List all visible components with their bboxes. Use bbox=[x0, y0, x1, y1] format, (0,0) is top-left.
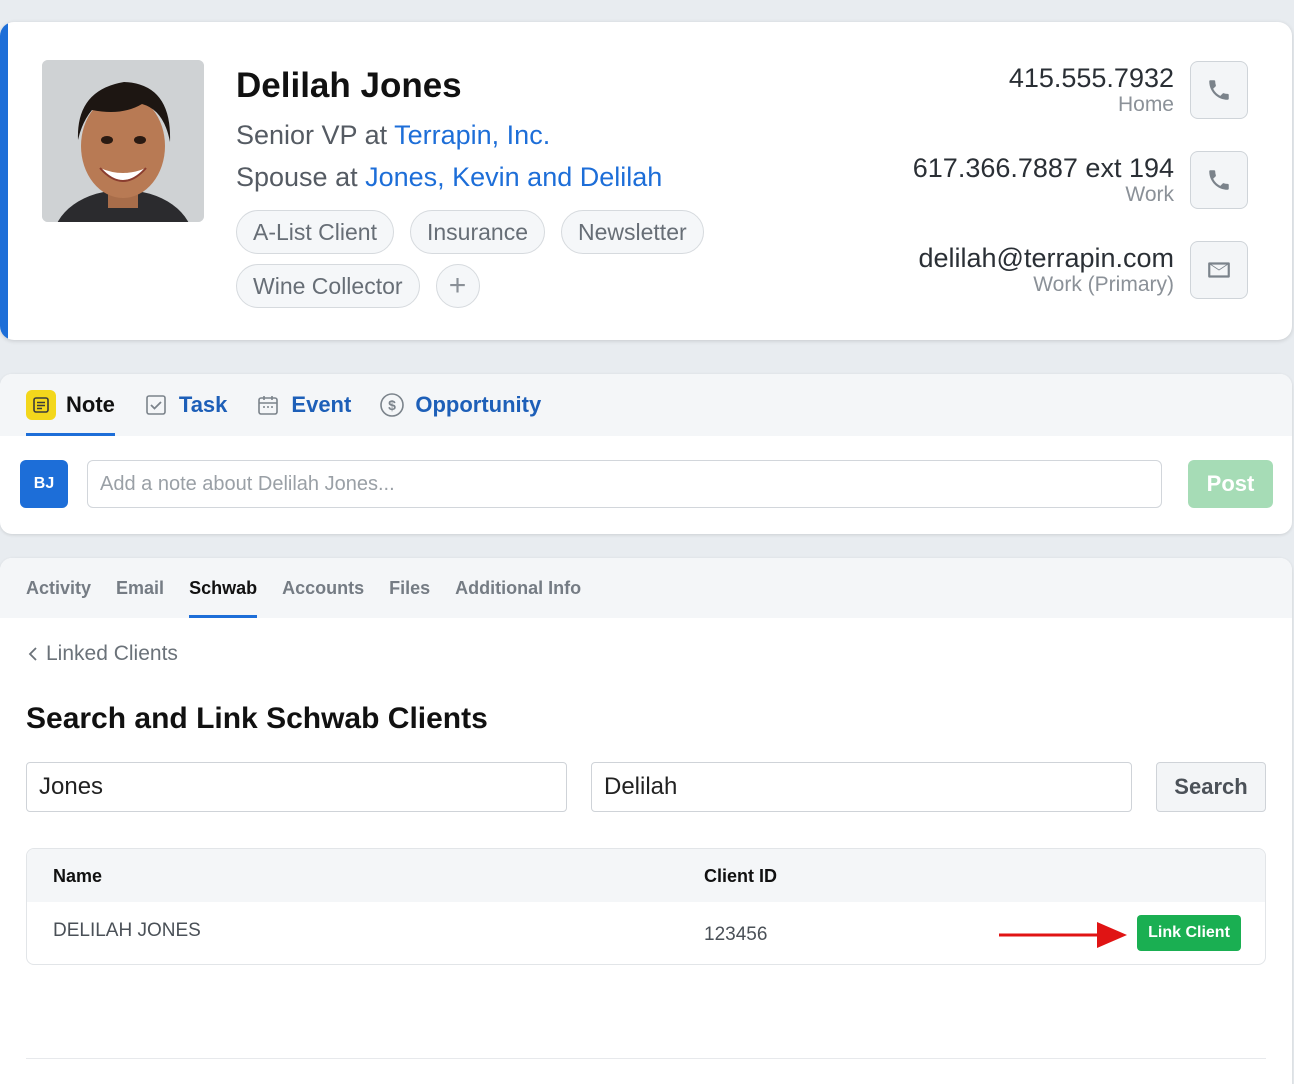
tab-label: Event bbox=[291, 392, 352, 417]
client-name-cell: DELILAH JONES bbox=[53, 920, 201, 941]
activity-composer: Note Task Event $ Opportunity BJ Post bbox=[0, 374, 1292, 534]
tab-files[interactable]: Files bbox=[389, 558, 430, 618]
phone-icon bbox=[1209, 170, 1229, 190]
composer-tabs: Note Task Event $ Opportunity bbox=[0, 374, 1292, 436]
phone-work-number[interactable]: 617.366.7887 ext 194 bbox=[913, 153, 1174, 183]
call-work-button[interactable] bbox=[1190, 151, 1248, 209]
tag-chip[interactable]: Insurance bbox=[409, 210, 545, 254]
add-tag-button[interactable]: + bbox=[435, 264, 480, 308]
tab-activity[interactable]: Activity bbox=[26, 558, 91, 618]
current-user-avatar: BJ bbox=[20, 460, 68, 508]
back-link-label: Linked Clients bbox=[46, 642, 178, 665]
tab-additional-info[interactable]: Additional Info bbox=[455, 558, 581, 618]
note-input[interactable] bbox=[87, 460, 1162, 508]
note-icon bbox=[26, 390, 56, 420]
column-header-name: Name bbox=[53, 866, 103, 886]
mail-icon bbox=[1208, 262, 1230, 278]
column-header-client-id: Client ID bbox=[704, 866, 778, 886]
detail-panel: Activity Email Schwab Accounts Files Add… bbox=[0, 558, 1292, 1084]
svg-text:$: $ bbox=[388, 397, 396, 413]
tag-chip[interactable]: Newsletter bbox=[561, 210, 704, 254]
company-link[interactable]: Terrapin, Inc. bbox=[394, 120, 550, 150]
results-table: Name Client ID DELILAH JONES 123456 Link… bbox=[26, 848, 1266, 965]
tab-label: Task bbox=[178, 392, 228, 417]
tag-list: A-List Client Insurance Newsletter Wine … bbox=[236, 210, 756, 308]
contact-photo bbox=[42, 60, 204, 222]
search-button[interactable]: Search bbox=[1156, 762, 1266, 812]
tab-email[interactable]: Email bbox=[116, 558, 164, 618]
tab-opportunity[interactable]: $ Opportunity bbox=[379, 374, 541, 436]
table-row: DELILAH JONES 123456 Link Client bbox=[27, 902, 1265, 964]
tab-schwab[interactable]: Schwab bbox=[189, 558, 258, 618]
phone-work-label: Work bbox=[1125, 183, 1174, 206]
call-home-button[interactable] bbox=[1190, 61, 1248, 119]
linked-clients-back-link[interactable]: Linked Clients bbox=[28, 642, 178, 666]
tab-event[interactable]: Event bbox=[255, 374, 351, 436]
contact-card: Delilah Jones Senior VP at Terrapin, Inc… bbox=[0, 22, 1292, 340]
email-address[interactable]: delilah@terrapin.com bbox=[918, 243, 1174, 273]
calendar-icon bbox=[255, 392, 281, 418]
phone-work-row: 617.366.7887 ext 194 Work bbox=[728, 150, 1248, 210]
divider bbox=[26, 1058, 1266, 1059]
tab-accounts[interactable]: Accounts bbox=[282, 558, 364, 618]
annotation-arrow-icon bbox=[999, 922, 1127, 948]
role-prefix: Senior VP at bbox=[236, 120, 395, 150]
send-email-button[interactable] bbox=[1190, 241, 1248, 299]
role-line-employer: Senior VP at Terrapin, Inc. bbox=[236, 120, 550, 151]
post-button[interactable]: Post bbox=[1188, 460, 1273, 508]
email-row: delilah@terrapin.com Work (Primary) bbox=[728, 240, 1248, 300]
chevron-left-icon bbox=[28, 647, 37, 661]
contact-name: Delilah Jones bbox=[236, 66, 462, 105]
tab-label: Opportunity bbox=[415, 392, 542, 417]
first-name-input[interactable] bbox=[591, 762, 1132, 812]
last-name-input[interactable] bbox=[26, 762, 567, 812]
tab-task[interactable]: Task bbox=[143, 374, 228, 436]
card-accent-bar bbox=[0, 22, 8, 340]
link-client-button[interactable]: Link Client bbox=[1137, 915, 1241, 951]
contact-methods: 415.555.7932 Home 617.366.7887 ext 194 W… bbox=[728, 60, 1248, 330]
dollar-circle-icon: $ bbox=[379, 392, 405, 418]
tab-note[interactable]: Note bbox=[26, 374, 115, 436]
role-prefix: Spouse at bbox=[236, 162, 366, 192]
tab-label: Note bbox=[66, 392, 115, 417]
detail-tabs: Activity Email Schwab Accounts Files Add… bbox=[0, 558, 1292, 618]
email-label: Work (Primary) bbox=[1033, 273, 1174, 296]
phone-home-row: 415.555.7932 Home bbox=[728, 60, 1248, 120]
results-header: Name Client ID bbox=[27, 849, 1265, 902]
role-line-household: Spouse at Jones, Kevin and Delilah bbox=[236, 162, 662, 193]
tag-chip[interactable]: Wine Collector bbox=[236, 264, 420, 308]
phone-home-label: Home bbox=[1117, 93, 1174, 116]
checkbox-icon bbox=[143, 392, 169, 418]
phone-icon bbox=[1209, 80, 1229, 100]
tag-chip[interactable]: A-List Client bbox=[236, 210, 394, 254]
household-link[interactable]: Jones, Kevin and Delilah bbox=[365, 162, 662, 192]
client-id-cell: 123456 bbox=[704, 924, 768, 945]
section-title: Search and Link Schwab Clients bbox=[26, 702, 488, 735]
phone-home-number[interactable]: 415.555.7932 bbox=[1009, 63, 1174, 93]
